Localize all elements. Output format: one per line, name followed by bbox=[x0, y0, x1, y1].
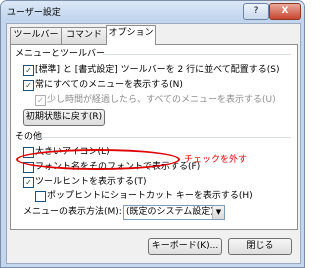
close-window-button[interactable]: X bbox=[269, 3, 301, 20]
chevron-down-icon[interactable]: ▼ bbox=[212, 206, 224, 219]
highlight-ellipse bbox=[16, 149, 180, 170]
section-divider bbox=[41, 137, 291, 138]
show-full-after-delay-checkbox: ✓ bbox=[35, 95, 46, 106]
always-full-menus-label[interactable]: 常にすべてのメニューを表示する(N) bbox=[35, 79, 183, 91]
show-screentips-label[interactable]: ツールヒントを表示する(T) bbox=[35, 176, 147, 188]
shortcut-keys-in-tips-label[interactable]: ポップヒントにショートカット キーを表示する(H) bbox=[47, 190, 253, 202]
standard-format-two-rows-checkbox[interactable]: ✓ bbox=[23, 65, 34, 76]
help-button[interactable]: ? bbox=[243, 3, 269, 20]
menu-animation-select[interactable]: (既定のシステム設定) ▼ bbox=[123, 205, 225, 220]
always-full-menus-checkbox[interactable]: ✓ bbox=[23, 80, 34, 91]
dialog-body: ツールバー コマンド オプション メニューとツールバー ✓ [標準] と [書式… bbox=[6, 23, 301, 264]
dialog-title: ユーザー設定 bbox=[7, 8, 61, 18]
menu-animation-value: (既定のシステム設定) bbox=[126, 207, 214, 217]
standard-format-two-rows-label[interactable]: [標準] と [書式設定] ツールバーを 2 行に並べて配置する(S) bbox=[35, 64, 279, 76]
keyboard-button[interactable]: キーボード(K)... bbox=[148, 238, 222, 255]
show-full-after-delay-label: 少し時間が経過したら、すべてのメニューを表示する(U) bbox=[47, 95, 276, 105]
customize-dialog: ユーザー設定 ? X ツールバー コマンド オプション メニューとツールバー ✓… bbox=[0, 0, 305, 268]
tab-commands[interactable]: コマンド bbox=[61, 27, 107, 44]
section-menus-heading: メニューとツールバー bbox=[15, 49, 106, 59]
section-other-heading: その他 bbox=[15, 132, 43, 142]
tab-options[interactable]: オプション bbox=[106, 25, 156, 45]
annotation-text: チェックを外す bbox=[184, 155, 248, 165]
menu-animation-label: メニューの表示方法(M): bbox=[23, 207, 122, 217]
options-panel: メニューとツールバー ✓ [標準] と [書式設定] ツールバーを 2 行に並べ… bbox=[10, 44, 298, 230]
show-screentips-checkbox[interactable]: ✓ bbox=[23, 177, 34, 188]
title-bar[interactable]: ユーザー設定 ? X bbox=[1, 1, 304, 21]
section-divider bbox=[103, 54, 291, 55]
tab-toolbars[interactable]: ツールバー bbox=[10, 27, 62, 44]
close-button[interactable]: 閉じる bbox=[228, 238, 292, 255]
shortcut-keys-in-tips-checkbox[interactable] bbox=[35, 191, 46, 202]
reset-usage-button[interactable]: 初期状態に戻す(R) bbox=[23, 109, 105, 126]
